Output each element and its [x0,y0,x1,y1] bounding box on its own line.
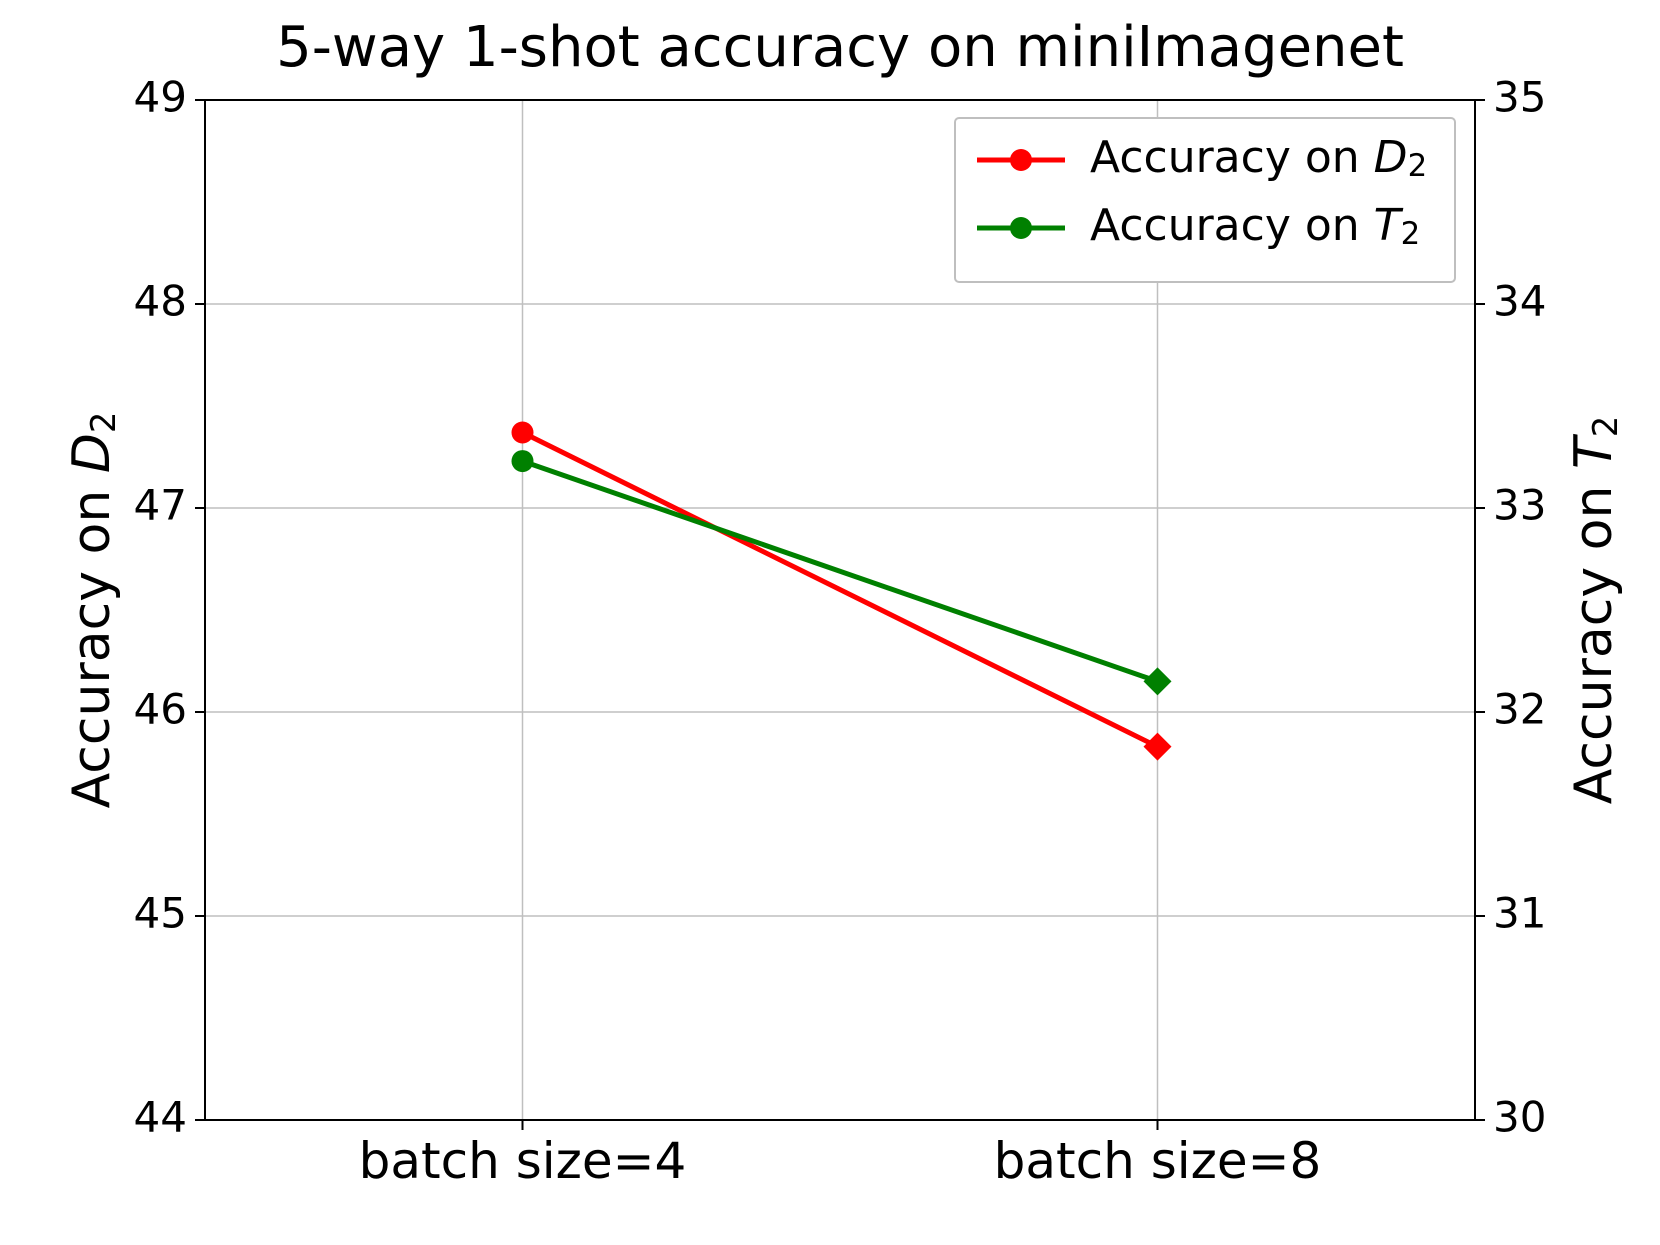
ytick-left: 45 [134,889,187,938]
ytick-left: 47 [134,481,187,530]
data-marker [512,450,534,472]
ytick-left: 48 [134,277,187,326]
ytick-right: 35 [1493,73,1546,122]
ytick-right: 33 [1493,481,1546,530]
chart-title: 5-way 1-shot accuracy on miniImagenet [276,15,1404,80]
yaxis-right-title: Accuracy on T2 [1564,416,1625,805]
chart-svg: 44 45 46 47 48 49 Accuracy on D2 30 31 32 33 34 35 Ac… [0,0,1660,1245]
svg-text:Accuracy on T2: Accuracy on T2 [1564,416,1625,805]
ytick-right: 32 [1493,685,1546,734]
data-marker [512,422,534,444]
svg-text:Accuracy on D2: Accuracy on D2 [62,412,123,809]
ytick-left: 46 [134,685,187,734]
legend-swatch-marker [1010,149,1032,171]
legend-label: Accuracy on T2 [1090,200,1420,252]
xtick-label: batch size=8 [994,1132,1322,1190]
ytick-right: 30 [1493,1093,1546,1142]
legend-label: Accuracy on D2 [1090,132,1427,184]
xtick-label: batch size=4 [359,1132,687,1190]
legend-swatch-marker [1010,217,1032,239]
ytick-left: 49 [134,73,187,122]
ytick-right: 31 [1493,889,1546,938]
ytick-right: 34 [1493,277,1546,326]
ytick-left: 44 [134,1093,187,1142]
yaxis-left-title: Accuracy on D2 [62,412,123,809]
chart-container: 44 45 46 47 48 49 Accuracy on D2 30 31 32 33 34 35 Ac… [0,0,1660,1245]
